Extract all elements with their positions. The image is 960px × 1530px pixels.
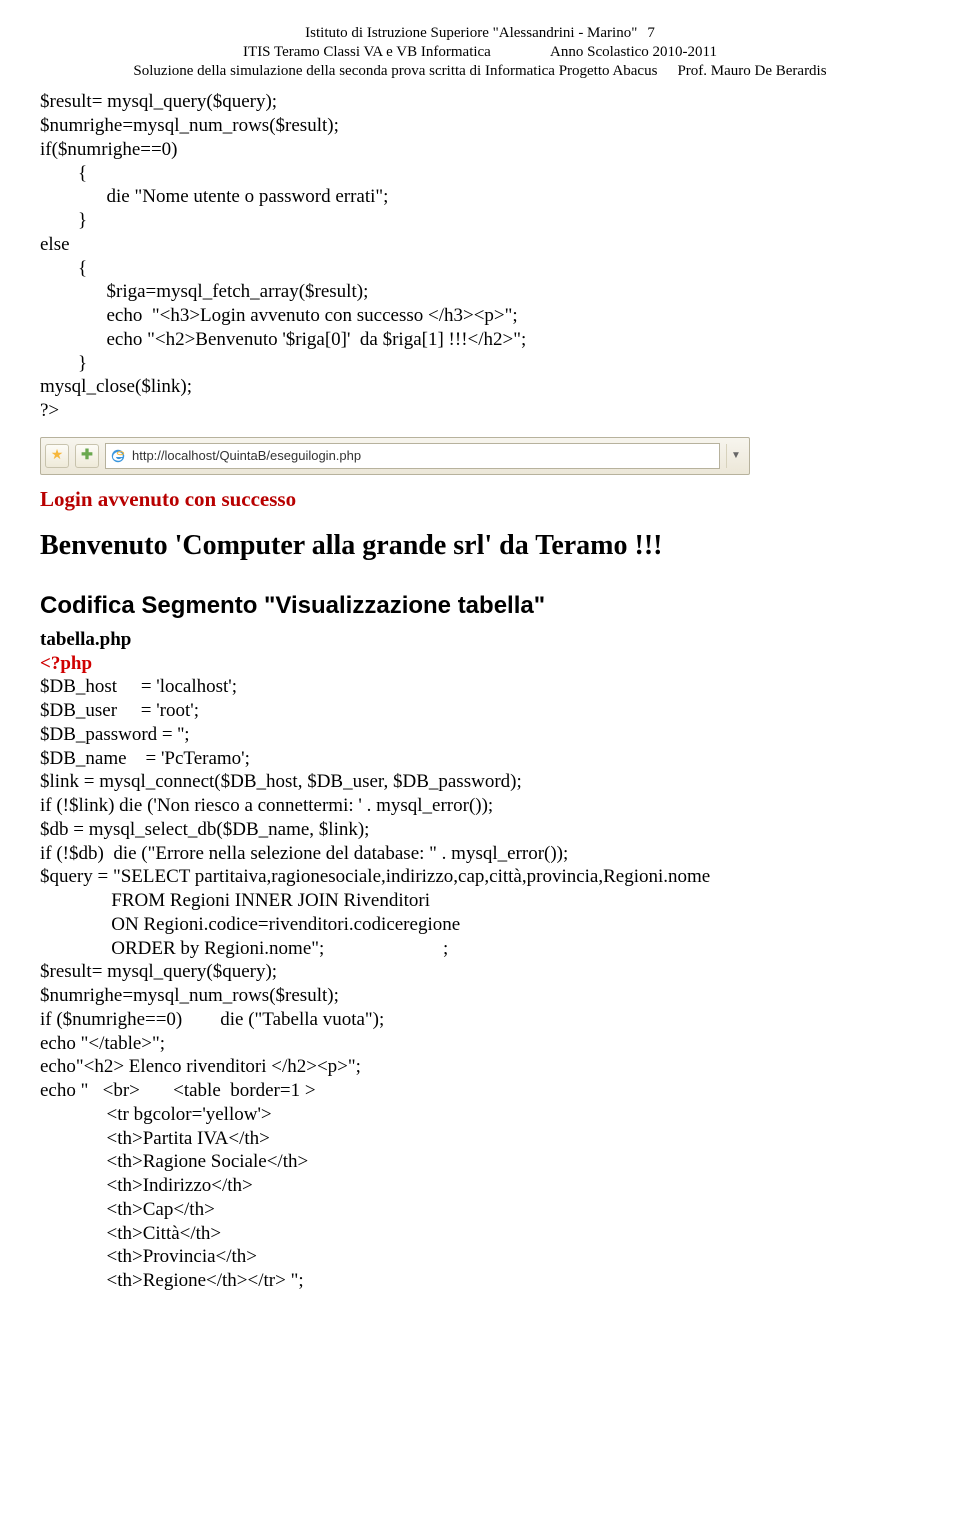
browser-screenshot: ★ ✚ http://localhost/QuintaB/eseguilogin…	[40, 437, 920, 562]
welcome-heading: Benvenuto 'Computer alla grande srl' da …	[40, 530, 920, 562]
header-topic: Soluzione della simulazione della second…	[133, 63, 657, 79]
header-class: ITIS Teramo Classi VA e VB Informatica	[243, 44, 491, 60]
header-line1: Istituto di Istruzione Superiore "Alessa…	[40, 24, 920, 43]
url-field[interactable]: http://localhost/QuintaB/eseguilogin.php	[105, 443, 720, 469]
page: Istituto di Istruzione Superiore "Alessa…	[0, 0, 960, 1333]
code-body-2: $DB_host = 'localhost'; $DB_user = 'root…	[40, 676, 710, 1291]
url-text: http://localhost/QuintaB/eseguilogin.php	[132, 448, 361, 463]
plus-icon: ✚	[81, 447, 93, 464]
add-button[interactable]: ✚	[75, 444, 99, 468]
address-bar: ★ ✚ http://localhost/QuintaB/eseguilogin…	[40, 437, 750, 475]
code-block-2: tabella.php <?php $DB_host = 'localhost'…	[40, 628, 920, 1293]
header-year: Anno Scolastico 2010-2011	[550, 44, 717, 60]
header-line2: ITIS Teramo Classi VA e VB Informatica A…	[40, 43, 920, 62]
star-icon: ★	[51, 447, 64, 464]
login-success-heading: Login avvenuto con successo	[40, 487, 920, 512]
filename: tabella.php	[40, 629, 131, 650]
page-number: 7	[637, 25, 655, 41]
favorites-button[interactable]: ★	[45, 444, 69, 468]
php-open-tag: <?php	[40, 653, 92, 674]
ie-icon	[110, 448, 126, 464]
header-prof: Prof. Mauro De Berardis	[657, 63, 826, 79]
header-institute: Istituto di Istruzione Superiore "Alessa…	[305, 25, 637, 41]
url-dropdown[interactable]: ▼	[726, 444, 745, 468]
header-line3: Soluzione della simulazione della second…	[40, 62, 920, 81]
section-title: Codifica Segmento "Visualizzazione tabel…	[40, 592, 920, 620]
code-block-1: $result= mysql_query($query); $numrighe=…	[40, 90, 920, 423]
page-header: Istituto di Istruzione Superiore "Alessa…	[40, 24, 920, 80]
chevron-down-icon: ▼	[731, 450, 741, 461]
